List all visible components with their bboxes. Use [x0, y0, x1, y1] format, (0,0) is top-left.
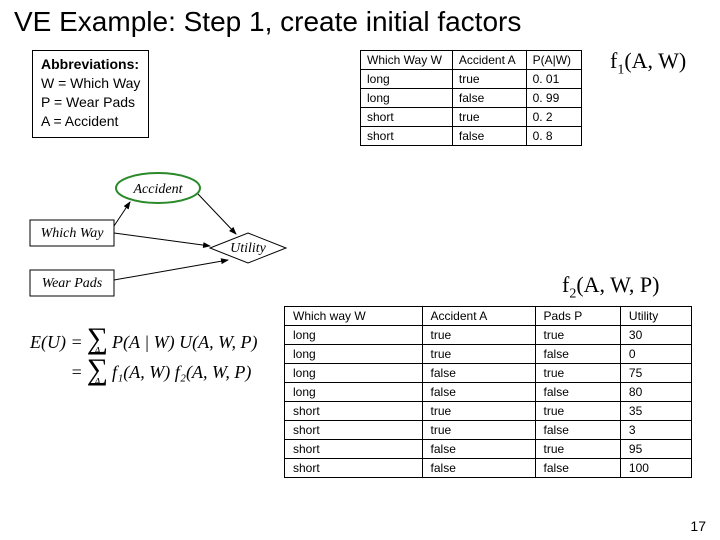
abbrev-line: W = Which Way — [41, 74, 140, 93]
abbrev-line: P = Wear Pads — [41, 93, 140, 112]
f1-cell: short — [361, 108, 453, 127]
f2-cell: false — [422, 459, 535, 478]
f2-cell: 80 — [620, 383, 691, 402]
f2-cell: true — [535, 364, 620, 383]
f2-cell: 30 — [620, 326, 691, 345]
f2-cell: true — [422, 421, 535, 440]
node-whichway-label: Which Way — [41, 226, 105, 241]
f1-cell: true — [452, 108, 526, 127]
f2-cell: short — [285, 459, 423, 478]
f2-cell: false — [422, 440, 535, 459]
f2-cell: 35 — [620, 402, 691, 421]
f2-cell: 3 — [620, 421, 691, 440]
f2-cell: long — [285, 364, 423, 383]
f1-cell: 0. 8 — [526, 127, 581, 146]
f2-cell: false — [535, 345, 620, 364]
f1-header: Accident A — [452, 51, 526, 70]
f1-cell: true — [452, 70, 526, 89]
f2-cell: false — [422, 364, 535, 383]
f2-cell: 95 — [620, 440, 691, 459]
f1-header: Which Way W — [361, 51, 453, 70]
edge-whichway-utility — [114, 233, 210, 246]
f2-header: Pads P — [535, 307, 620, 326]
f2-cell: true — [422, 345, 535, 364]
edge-accident-utility — [198, 194, 236, 234]
node-accident-label: Accident — [133, 182, 184, 197]
f2-cell: short — [285, 421, 423, 440]
f1-cell: false — [452, 127, 526, 146]
f2-cell: true — [535, 402, 620, 421]
f2-cell: 0 — [620, 345, 691, 364]
abbrev-line: A = Accident — [41, 112, 140, 131]
abbreviations-box: Abbreviations: W = Which Way P = Wear Pa… — [32, 50, 149, 138]
f1-cell: 0. 01 — [526, 70, 581, 89]
factor-2-label: f2(A, W, P) — [562, 272, 659, 302]
factor-1-label: f1(A, W) — [610, 48, 686, 78]
f1-cell: 0. 2 — [526, 108, 581, 127]
f2-cell: long — [285, 345, 423, 364]
f2-cell: long — [285, 383, 423, 402]
expected-utility-formula: E(U) = ∑A P(A | W) U(A, W, P) E(U) = ∑A … — [30, 330, 257, 391]
f2-cell: true — [422, 326, 535, 345]
factor-2-table: Which way W Accident A Pads P Utility lo… — [284, 306, 692, 478]
f2-cell: short — [285, 440, 423, 459]
f2-cell: true — [422, 402, 535, 421]
edge-whichway-accident — [114, 202, 130, 226]
abbrev-header: Abbreviations: — [41, 55, 140, 74]
f2-header: Utility — [620, 307, 691, 326]
f1-cell: short — [361, 127, 453, 146]
f2-cell: long — [285, 326, 423, 345]
f2-header: Accident A — [422, 307, 535, 326]
node-utility-label: Utility — [230, 241, 267, 256]
f2-cell: false — [422, 383, 535, 402]
f1-cell: long — [361, 89, 453, 108]
f1-cell: 0. 99 — [526, 89, 581, 108]
f2-cell: false — [535, 459, 620, 478]
f2-cell: false — [535, 383, 620, 402]
f1-header: P(A|W) — [526, 51, 581, 70]
f2-cell: true — [535, 440, 620, 459]
f2-cell: short — [285, 402, 423, 421]
influence-diagram: Accident Which Way Wear Pads Utility — [28, 170, 308, 310]
page-number: 17 — [690, 518, 706, 534]
f2-cell: true — [535, 326, 620, 345]
factor-1-table: Which Way W Accident A P(A|W) longtrue0.… — [360, 50, 582, 146]
f1-cell: false — [452, 89, 526, 108]
f2-cell: 75 — [620, 364, 691, 383]
node-wearpads-label: Wear Pads — [42, 276, 103, 291]
slide-title: VE Example: Step 1, create initial facto… — [14, 6, 521, 38]
f2-cell: 100 — [620, 459, 691, 478]
f2-header: Which way W — [285, 307, 423, 326]
f1-cell: long — [361, 70, 453, 89]
edge-wearpads-utility — [114, 260, 228, 280]
f2-cell: false — [535, 421, 620, 440]
